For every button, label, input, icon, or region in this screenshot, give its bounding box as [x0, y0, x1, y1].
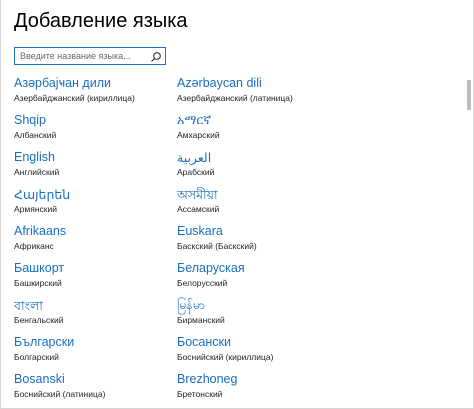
language-native-name: Беларуская	[177, 261, 245, 275]
language-localized-name: Английский	[14, 167, 60, 177]
language-localized-name: Амхарский	[177, 130, 220, 140]
search-input[interactable]	[15, 48, 152, 64]
language-localized-name: Африканс	[14, 241, 54, 251]
language-localized-name: Боснийский (кириллица)	[177, 352, 274, 362]
language-localized-name: Ассамский	[177, 204, 220, 214]
language-item[interactable]: English Английский	[14, 150, 174, 182]
language-localized-name: Башкирский	[14, 278, 62, 288]
language-localized-name: Бенгальский	[14, 315, 64, 325]
language-item[interactable]: አማርኛ Амхарский	[177, 113, 337, 145]
language-native-name: Euskara	[177, 224, 223, 238]
language-native-name: አማርኛ	[177, 113, 212, 127]
language-native-name: English	[14, 150, 55, 164]
language-item[interactable]: Euskara Баскский (Баскский)	[177, 224, 337, 256]
language-localized-name: Азербайджанский (кириллица)	[14, 93, 135, 103]
language-item[interactable]: Bosanski Боснийский (латиница)	[14, 372, 174, 404]
add-language-window: Добавление языка Азәрбајҹан дили Азербай…	[0, 0, 474, 409]
language-localized-name: Баскский (Баскский)	[177, 241, 257, 251]
language-native-name: Հայերեն	[14, 188, 71, 202]
language-item[interactable]: Босански Боснийский (кириллица)	[177, 335, 337, 367]
language-item[interactable]: অসমীয়া Ассамский	[177, 187, 337, 219]
language-native-name: Азәрбајҹан дили	[14, 76, 111, 90]
language-native-name: မြန်မာ	[177, 298, 205, 312]
language-native-name: Босански	[177, 335, 231, 349]
language-item[interactable]: Հայերեն Армянский	[14, 187, 174, 219]
language-native-name: Башкорт	[14, 261, 65, 275]
search-icon[interactable]	[150, 50, 162, 62]
language-item[interactable]: Azərbaycan dili Азербайджанский (латиниц…	[177, 76, 337, 108]
language-item[interactable]: Afrikaans Африканс	[14, 224, 174, 256]
language-localized-name: Бретонский	[177, 389, 223, 399]
language-localized-name: Азербайджанский (латиница)	[177, 93, 293, 103]
language-item[interactable]: Shqip Албанский	[14, 113, 174, 145]
language-item[interactable]: Азәрбајҹан дили Азербайджанский (кирилли…	[14, 76, 174, 108]
language-localized-name: Албанский	[14, 130, 57, 140]
language-localized-name: Белорусский	[177, 278, 228, 288]
language-native-name: Български	[14, 335, 75, 349]
language-item[interactable]: العربية Арабский	[177, 150, 337, 182]
language-native-name: Afrikaans	[14, 224, 67, 238]
language-item[interactable]: Башкорт Башкирский	[14, 261, 174, 293]
language-item[interactable]: Български Болгарский	[14, 335, 174, 367]
language-item[interactable]: မြန်မာ Бирманский	[177, 298, 337, 330]
language-localized-name: Бирманский	[177, 315, 225, 325]
language-item[interactable]: বাংলা Бенгальский	[14, 298, 174, 330]
language-native-name: Bosanski	[14, 372, 65, 386]
language-native-name: Brezhoneg	[177, 372, 238, 386]
language-localized-name: Армянский	[14, 204, 58, 214]
language-localized-name: Болгарский	[14, 352, 59, 362]
language-native-name: Shqip	[14, 113, 46, 127]
language-native-name: Azərbaycan dili	[177, 76, 262, 90]
search-box[interactable]	[14, 47, 166, 65]
language-native-name: العربية	[177, 151, 212, 165]
page-title: Добавление языка	[14, 10, 188, 32]
language-localized-name: Боснийский (латиница)	[14, 389, 106, 399]
language-item[interactable]: Brezhoneg Бретонский	[177, 372, 337, 404]
language-localized-name: Арабский	[177, 167, 215, 177]
scrollbar-thumb[interactable]	[467, 80, 471, 110]
language-item[interactable]: Беларуская Белорусский	[177, 261, 337, 293]
